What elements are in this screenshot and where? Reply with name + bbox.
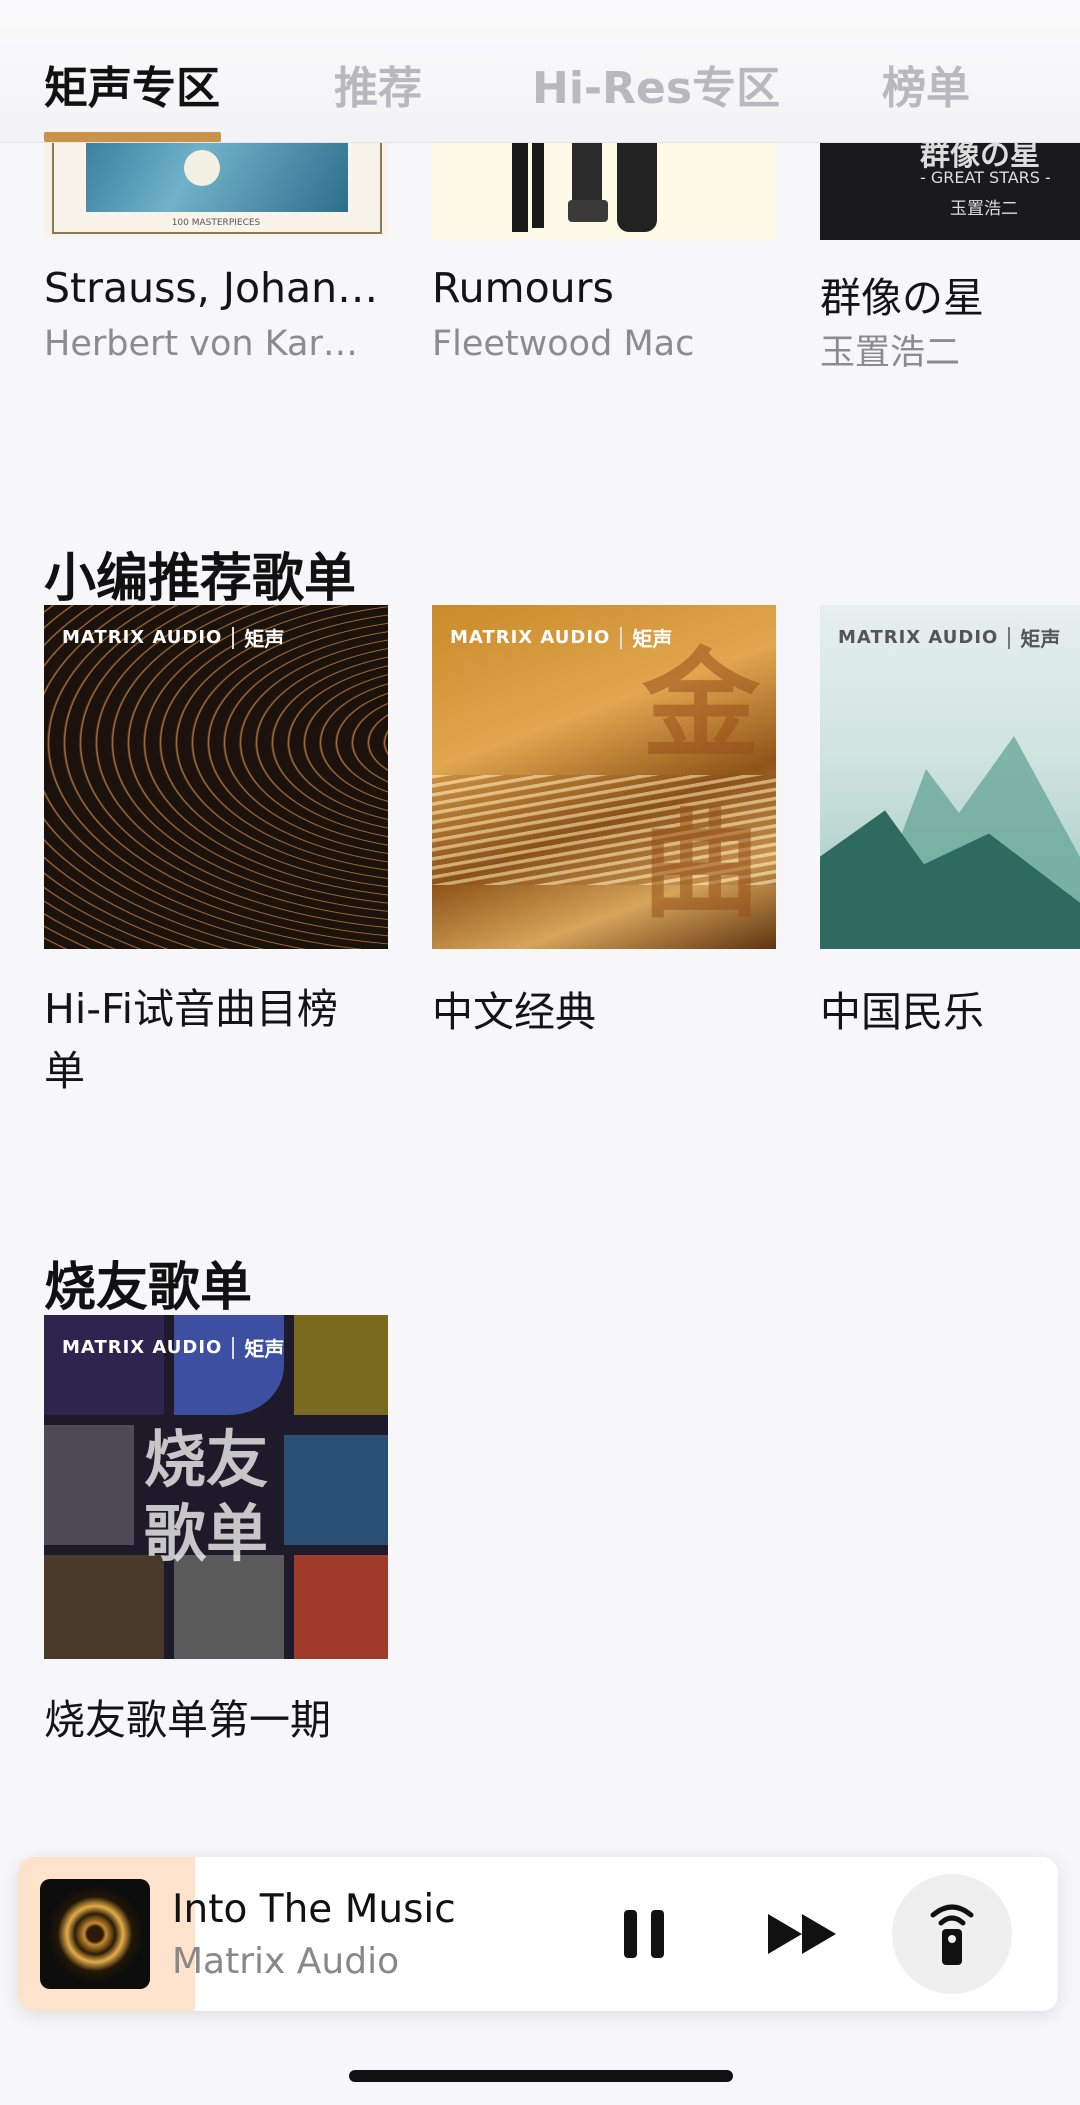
album-art-caption: 100 MASTERPIECES: [171, 218, 261, 228]
playlist-cover-fans[interactable]: 烧友 歌单 MATRIX AUDIO 矩声: [44, 1315, 388, 1659]
album-art-title: 烧友 歌单: [144, 1423, 269, 1570]
playlist-cover-hifi[interactable]: MATRIX AUDIO 矩声: [44, 605, 388, 949]
album-artist: Herbert von Karajan…: [44, 324, 374, 364]
album-art-subtitle: - GREAT STARS -: [920, 168, 1051, 187]
brand-logo: MATRIX AUDIO 矩声: [62, 626, 285, 651]
remote-control-button[interactable]: [892, 1874, 1012, 1994]
active-tab-indicator: [44, 132, 221, 142]
playlist-cover-chinese-classics[interactable]: 金曲 MATRIX AUDIO 矩声: [432, 605, 776, 949]
playlist-title[interactable]: Hi-Fi试音曲目榜单: [44, 978, 344, 1102]
section-title-fans-playlists: 烧友歌单: [44, 1258, 253, 1318]
pause-icon: [624, 1910, 664, 1958]
album-artist: Fleetwood Mac: [432, 324, 695, 364]
content-scroll[interactable]: 100 MASTERPIECES Strauss, Johann II… Her…: [0, 0, 1080, 2105]
top-tab-bar: 矩声专区 推荐 Hi-Res专区 榜单: [0, 0, 1080, 143]
next-track-button[interactable]: [754, 1896, 850, 1972]
next-icon: [768, 1914, 836, 1954]
album-title[interactable]: Strauss, Johann II…: [44, 264, 384, 312]
home-indicator[interactable]: [349, 2070, 733, 2082]
tab-recommended[interactable]: 推荐: [334, 52, 422, 116]
album-cover-rumours[interactable]: [432, 142, 776, 240]
playlist-cover-chinese-folk[interactable]: MATRIX AUDIO 矩声: [820, 605, 1080, 949]
album-art-title: 金曲: [642, 636, 761, 934]
now-playing-artist: Matrix Audio: [172, 1941, 400, 1982]
album-artist: 玉置浩二: [820, 333, 961, 373]
album-cover-strauss[interactable]: 100 MASTERPIECES: [44, 142, 388, 237]
brand-logo: MATRIX AUDIO 矩声: [838, 626, 1061, 651]
remote-control-icon: [930, 1904, 974, 1965]
tab-hi-res[interactable]: Hi-Res专区: [532, 52, 780, 116]
now-playing-cover[interactable]: [40, 1879, 150, 1989]
tab-matrix-zone[interactable]: 矩声专区: [44, 52, 220, 116]
playlist-title[interactable]: 中国民乐: [820, 978, 1080, 1038]
album-cover-gunzou[interactable]: 群像の星 - GREAT STARS - 玉置浩二: [820, 142, 1080, 240]
pause-button[interactable]: [606, 1896, 682, 1972]
brand-logo: MATRIX AUDIO 矩声: [450, 626, 673, 651]
album-art-artist: 玉置浩二: [950, 199, 1018, 219]
playlist-title[interactable]: 烧友歌单第一期: [44, 1686, 404, 1746]
album-title[interactable]: 群像の星: [820, 264, 1080, 324]
brand-logo: MATRIX AUDIO 矩声: [62, 1336, 285, 1361]
playlist-title[interactable]: 中文经典: [432, 978, 772, 1038]
album-title[interactable]: Rumours: [432, 264, 772, 312]
section-title-editor-picks: 小编推荐歌单: [44, 549, 357, 609]
tab-charts[interactable]: 榜单: [882, 52, 970, 116]
now-playing-title[interactable]: Into The Music: [172, 1887, 456, 1932]
mini-player[interactable]: Into The Music Matrix Audio: [18, 1857, 1058, 2011]
